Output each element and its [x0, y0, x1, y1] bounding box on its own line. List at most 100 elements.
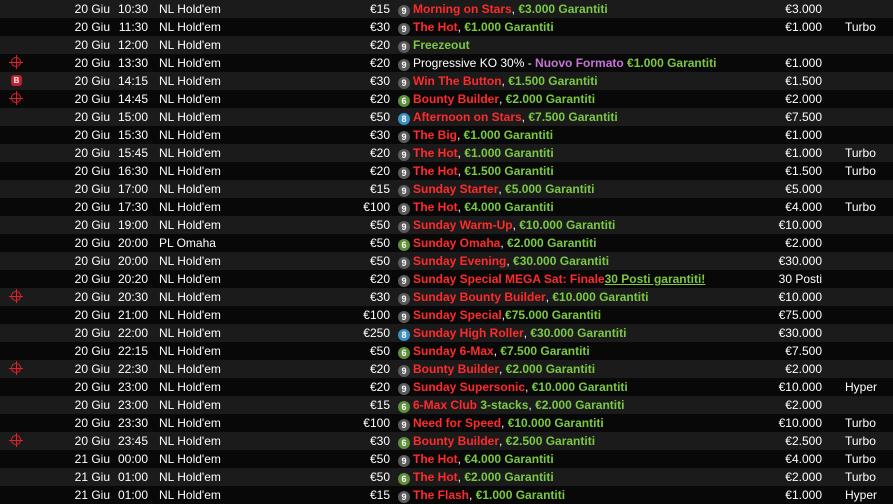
tournament-name-part: ,	[525, 380, 532, 394]
tournament-row[interactable]: 20 Giu 19:00 NL Hold'em €50 9 Sunday Warm-Up,…	[0, 216, 893, 234]
game-cell: NL Hold'em	[159, 380, 221, 394]
tournament-name-cell[interactable]: 9 Sunday Special MEGA Sat: Finale30 Posti…	[398, 270, 705, 288]
guarantee-cell: €5.000	[785, 182, 822, 196]
tournament-name-cell[interactable]: 8 Afternoon on Stars, €7.500 Garantiti	[398, 108, 618, 126]
tournament-name-part: ,	[469, 488, 476, 502]
tournament-name-cell[interactable]: 9 The Flash, €1.000 Garantiti	[398, 486, 565, 504]
tournament-row[interactable]: 20 Giu 11:30 NL Hold'em €30 9 The Hot, €1.000…	[0, 18, 893, 36]
tournament-name-cell[interactable]: 9 Sunday Special,€75.000 Garantiti	[398, 306, 601, 324]
tournament-row[interactable]: 20 Giu 23:30 NL Hold'em €100 9 Need for Speed…	[0, 414, 893, 432]
tournament-name-cell[interactable]: 9 The Hot, €1.000 Garantiti	[398, 144, 554, 162]
tournament-name-cell[interactable]: 9 Sunday Evening, €30.000 Garantiti	[398, 252, 609, 270]
tournament-name-cell[interactable]: 6 The Hot, €2.000 Garantiti	[398, 468, 554, 486]
tournament-name-part: €2.000 Garantiti	[505, 92, 596, 106]
max-players-badge: 9	[398, 131, 410, 143]
date-cell: 20 Giu	[74, 416, 110, 430]
tournament-row[interactable]: 20 Giu 23:45 NL Hold'em €30 6 Bounty Builder,…	[0, 432, 893, 450]
time-cell: 00:00	[118, 452, 149, 466]
tournament-name-cell[interactable]: 9 Sunday Bounty Builder, €10.000 Garantit…	[398, 288, 648, 306]
tournament-name-cell[interactable]: 9 Sunday Starter, €5.000 Garantiti	[398, 180, 594, 198]
tournament-name-part: €10.000 Garantiti	[531, 380, 628, 394]
button-b-icon: B	[11, 75, 22, 86]
buyin-cell: €30	[369, 128, 390, 142]
tournament-row[interactable]: 20 Giu 21:00 NL Hold'em €100 9 Sunday Special…	[0, 306, 893, 324]
tournament-name-cell[interactable]: 6 6-Max Club 3-stacks, €2.000 Garantiti	[398, 396, 624, 414]
tournament-name-cell[interactable]: 9 The Hot, €1.000 Garantiti	[398, 18, 554, 36]
tournament-name-part: Win The Button	[413, 74, 502, 88]
tournament-row[interactable]: 20 Giu 10:30 NL Hold'em €15 9 Morning on Star…	[0, 0, 893, 18]
game-cell: NL Hold'em	[159, 308, 221, 322]
tournament-name-cell[interactable]: 9 Win The Button, €1.500 Garantiti	[398, 72, 598, 90]
tournament-name-part: Sunday High Roller	[413, 326, 524, 340]
buyin-cell: €20	[369, 164, 390, 178]
tournament-row[interactable]: B 20 Giu 14:15 NL Hold'em €30 9 Win The Button…	[0, 72, 893, 90]
buyin-cell: €15	[369, 2, 390, 16]
buyin-cell: €100	[363, 308, 390, 322]
tournament-name-cell[interactable]: 9 Need for Speed, €10.000 Garantiti	[398, 414, 604, 432]
tournament-row[interactable]: 20 Giu 15:45 NL Hold'em €20 9 The Hot, €1.000…	[0, 144, 893, 162]
tournament-row[interactable]: 20 Giu 17:30 NL Hold'em €100 9 The Hot, €4.00…	[0, 198, 893, 216]
tournament-row[interactable]: 20 Giu 23:00 NL Hold'em €15 6 6-Max Club 3-st…	[0, 396, 893, 414]
time-cell: 20:30	[118, 290, 149, 304]
tournament-name-cell[interactable]: 9 The Hot, €1.500 Garantiti	[398, 162, 554, 180]
tournament-row[interactable]: 20 Giu 23:00 NL Hold'em €20 9 Sunday Superson…	[0, 378, 893, 396]
tournament-row[interactable]: 20 Giu 20:00 NL Hold'em €50 9 Sunday Evening,…	[0, 252, 893, 270]
tournament-row[interactable]: 20 Giu 22:30 NL Hold'em €20 9 Bounty Builder,…	[0, 360, 893, 378]
game-cell: NL Hold'em	[159, 326, 221, 340]
tournament-name-cell[interactable]: 9 Sunday Warm-Up, €10.000 Garantiti	[398, 216, 615, 234]
tournament-name-cell[interactable]: 6 Bounty Builder, €2.000 Garantiti	[398, 90, 595, 108]
tournament-name-part: Sunday Warm-Up	[413, 218, 513, 232]
tournament-name-cell[interactable]: 8 Sunday High Roller, €30.000 Garantiti	[398, 324, 626, 342]
speed-type-cell: Turbo	[845, 470, 876, 484]
tournament-name-cell[interactable]: 9 The Big, €1.000 Garantiti	[398, 126, 553, 144]
tournament-row[interactable]: 20 Giu 16:30 NL Hold'em €20 9 The Hot, €1.500…	[0, 162, 893, 180]
time-cell: 23:00	[118, 398, 149, 412]
tournament-name-cell[interactable]: 6 Sunday 6-Max, €7.500 Garantiti	[398, 342, 590, 360]
game-cell: NL Hold'em	[159, 38, 221, 52]
tournament-name-cell[interactable]: 9 Bounty Builder, €2.000 Garantiti	[398, 360, 595, 378]
tournament-row[interactable]: 20 Giu 20:30 NL Hold'em €30 9 Sunday Bounty B…	[0, 288, 893, 306]
tournament-name-part: €75.000 Garantiti	[505, 308, 602, 322]
tournament-row[interactable]: 21 Giu 00:00 NL Hold'em €50 9 The Hot, €4.000…	[0, 450, 893, 468]
tournament-row[interactable]: 20 Giu 15:30 NL Hold'em €30 9 The Big, €1.000…	[0, 126, 893, 144]
tournament-name-part: €5.000 Garantiti	[505, 182, 595, 196]
row-icon-cell	[8, 216, 24, 234]
tournament-row[interactable]: 20 Giu 12:00 NL Hold'em €20 9 Freezeout	[0, 36, 893, 54]
tournament-row[interactable]: 20 Giu 20:00 PL Omaha €50 6 Sunday Omaha, €2.…	[0, 234, 893, 252]
tournament-row[interactable]: 20 Giu 13:30 NL Hold'em €20 9 Progressive KO …	[0, 54, 893, 72]
tournament-name-cell[interactable]: 9 The Hot, €4.000 Garantiti	[398, 450, 554, 468]
tournament-row[interactable]: 20 Giu 22:15 NL Hold'em €50 6 Sunday 6-Max, €…	[0, 342, 893, 360]
tournament-name-part: €10.000 Garantiti	[552, 290, 649, 304]
guarantee-link[interactable]: 30 Posti garantiti!	[605, 272, 706, 286]
tournament-row[interactable]: 21 Giu 01:00 NL Hold'em €15 9 The Flash, €1.0…	[0, 486, 893, 504]
game-cell: NL Hold'em	[159, 146, 221, 160]
tournament-name-cell[interactable]: 9 Progressive KO 30% - Nuovo Formato €1.0…	[398, 54, 716, 72]
tournament-name-cell[interactable]: 9 Sunday Supersonic, €10.000 Garantiti	[398, 378, 628, 396]
max-players-badge: 9	[398, 221, 410, 233]
tournament-row[interactable]: 20 Giu 15:00 NL Hold'em €50 8 Afternoon on St…	[0, 108, 893, 126]
date-cell: 20 Giu	[74, 236, 110, 250]
buyin-cell: €20	[369, 146, 390, 160]
tournament-name-cell[interactable]: 9 Freezeout	[398, 36, 470, 54]
tournament-name-cell[interactable]: 6 Bounty Builder, €2.500 Garantiti	[398, 432, 595, 450]
max-players-badge: 9	[398, 41, 410, 53]
tournament-row[interactable]: 21 Giu 01:00 NL Hold'em €50 6 The Hot, €2.000…	[0, 468, 893, 486]
row-icon-cell	[8, 108, 24, 126]
tournament-row[interactable]: 20 Giu 17:00 NL Hold'em €15 9 Sunday Starter,…	[0, 180, 893, 198]
row-icon-cell	[8, 18, 24, 36]
speed-type-cell: Hyper	[845, 488, 878, 502]
date-cell: 20 Giu	[74, 146, 110, 160]
row-icon-cell	[8, 414, 24, 432]
tournament-name-cell[interactable]: 9 Morning on Stars, €3.000 Garantiti	[398, 0, 608, 18]
tournament-name-cell[interactable]: 9 The Hot, €4.000 Garantiti	[398, 198, 554, 216]
guarantee-cell: €3.000	[785, 2, 822, 16]
tournament-name-cell[interactable]: 6 Sunday Omaha, €2.000 Garantiti	[398, 234, 596, 252]
tournament-row[interactable]: 20 Giu 14:45 NL Hold'em €20 6 Bounty Builder,…	[0, 90, 893, 108]
buyin-cell: €15	[369, 488, 390, 502]
game-cell: NL Hold'em	[159, 362, 221, 376]
row-icon-cell	[8, 36, 24, 54]
tournament-row[interactable]: 20 Giu 20:20 NL Hold'em €20 9 Sunday Special …	[0, 270, 893, 288]
time-cell: 17:30	[118, 200, 149, 214]
buyin-cell: €30	[369, 290, 390, 304]
tournament-row[interactable]: 20 Giu 22:00 NL Hold'em €250 8 Sunday High Ro…	[0, 324, 893, 342]
